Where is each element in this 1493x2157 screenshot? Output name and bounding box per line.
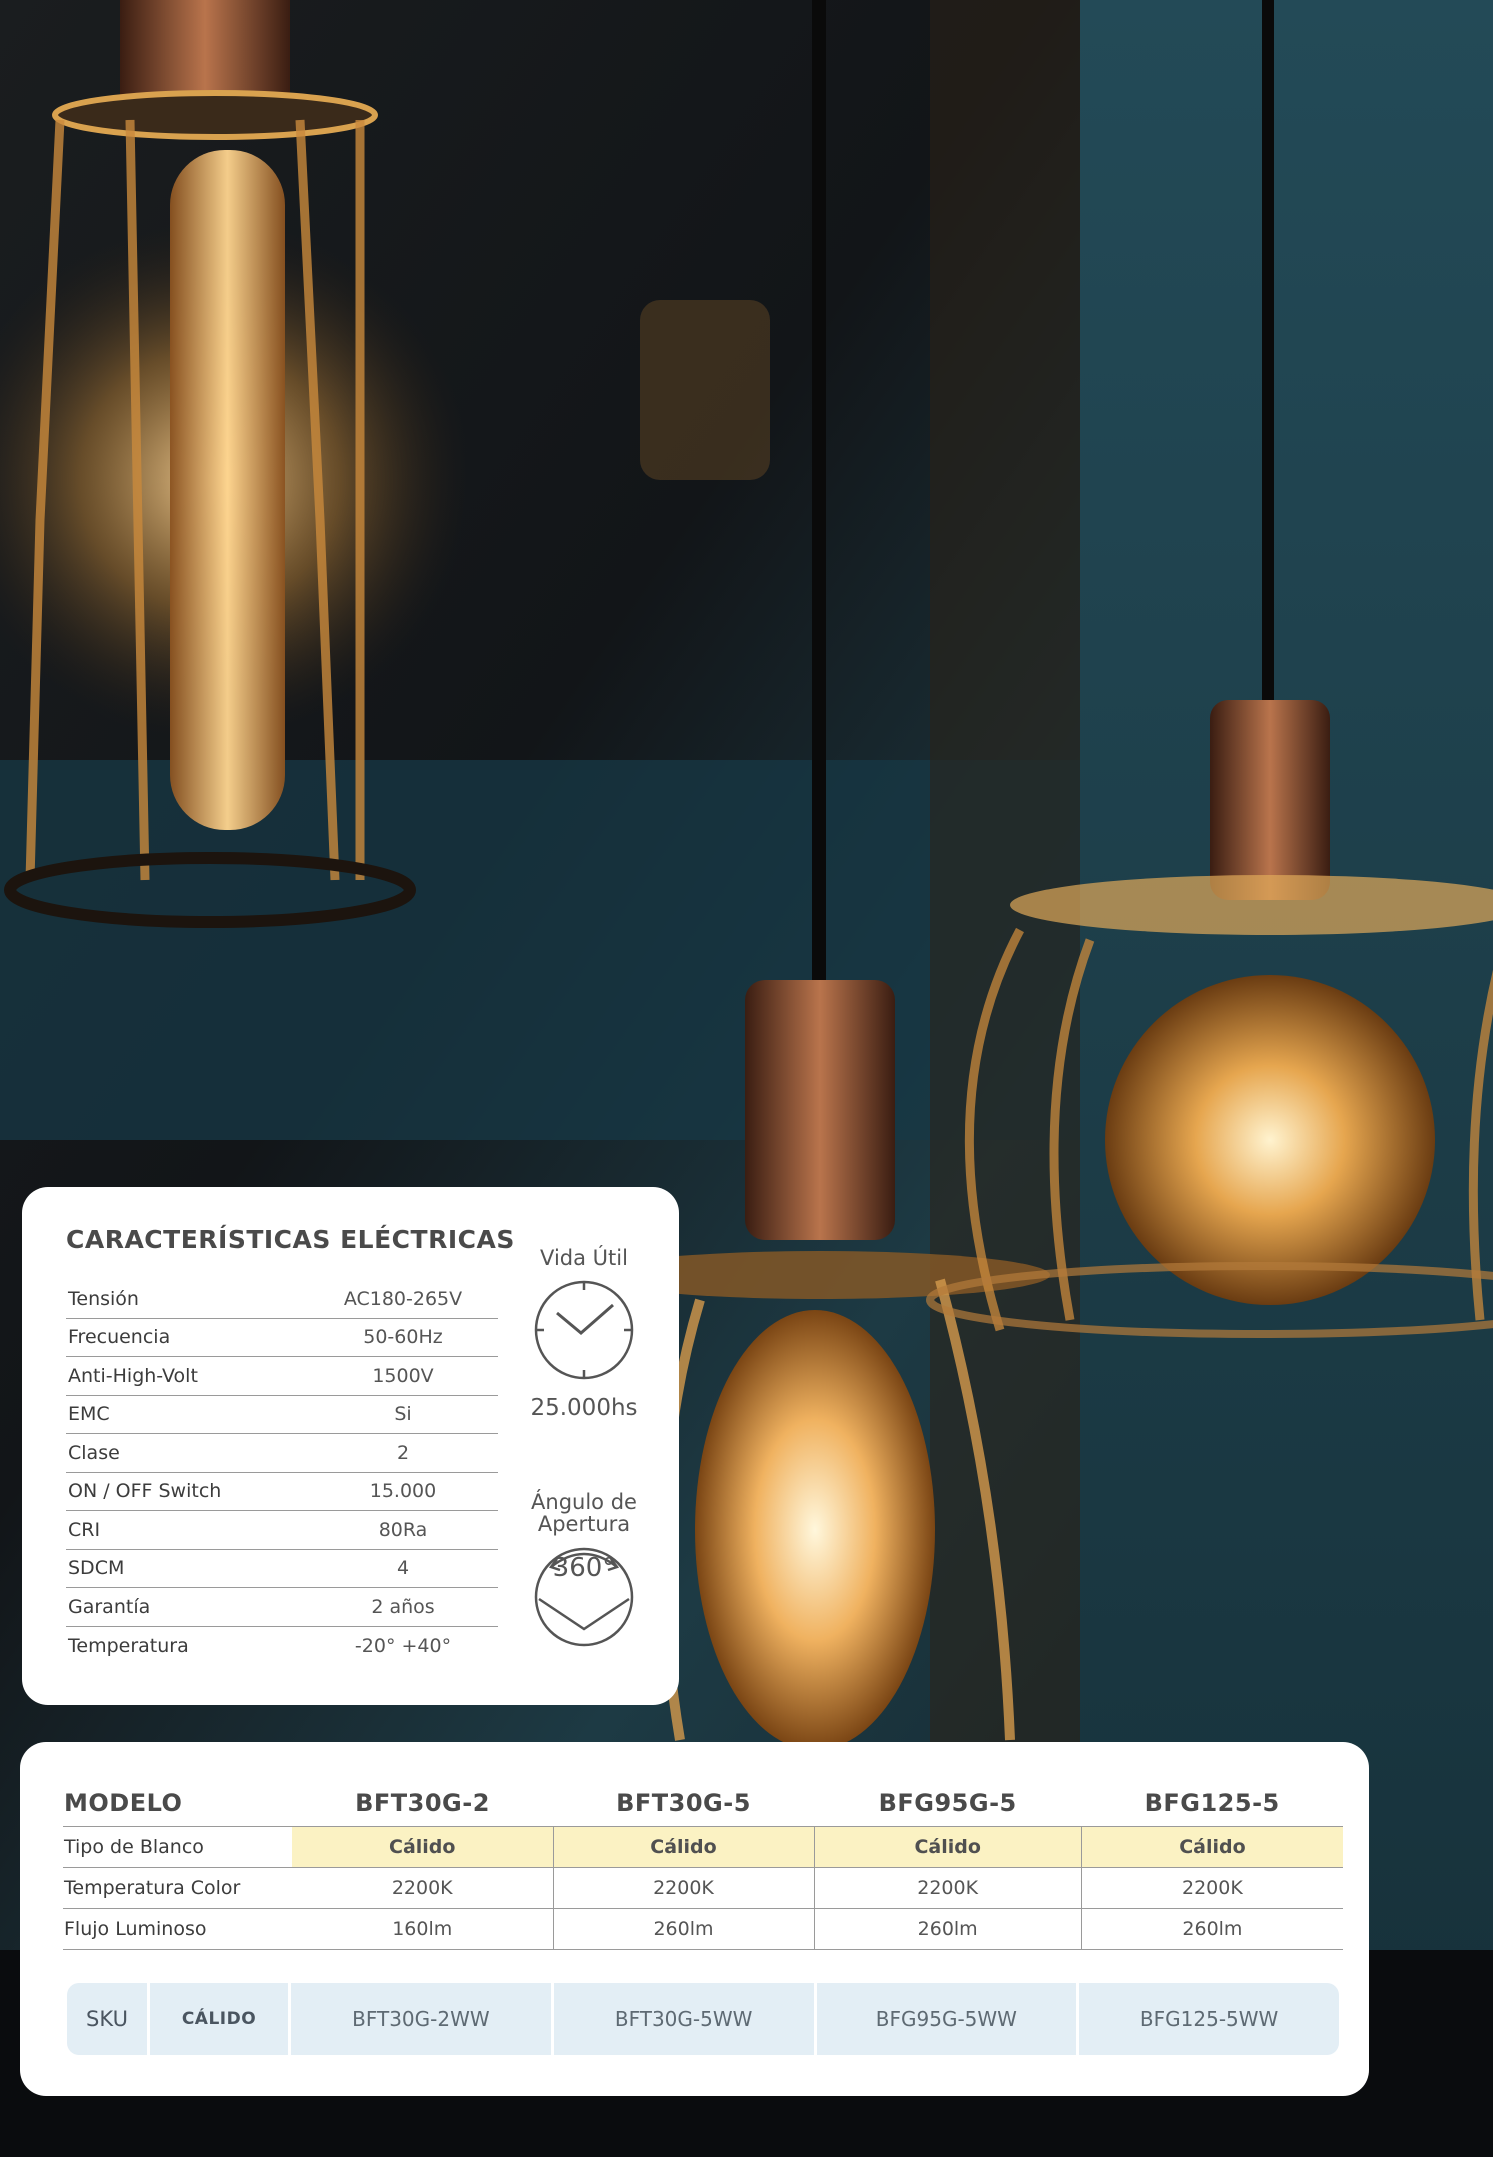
spec-label: ON / OFF Switch: [68, 1480, 222, 1503]
table-cell: 260lm: [1080, 1908, 1343, 1950]
sku-bar: SKU CÁLIDO BFT30G-2WW BFT30G-5WW BFG95G-…: [67, 1983, 1339, 2055]
electrical-specs-card: CARACTERÍSTICAS ELÉCTRICAS Tensión AC180-…: [22, 1187, 679, 1705]
model-name: BFG95G-5: [878, 1789, 1017, 1817]
beam-angle-caption-line2: Apertura: [537, 1512, 631, 1536]
spec-label: SDCM: [68, 1557, 125, 1580]
table-cell: Cálido: [552, 1826, 814, 1868]
spec-value: 80Ra: [378, 1518, 428, 1541]
sku-value: BFG125-5WW: [1079, 1983, 1339, 2055]
table-cell: 2200K: [292, 1867, 553, 1909]
spec-row: EMC Si: [66, 1396, 498, 1434]
spec-value: Si: [394, 1403, 412, 1426]
beam-angle-value: 360°: [552, 1553, 616, 1583]
spec-row: SDCM 4: [66, 1550, 498, 1588]
models-card: MODELO BFT30G-2 BFT30G-5 BFG95G-5 BFG125…: [20, 1742, 1369, 2096]
icon-column: Vida Útil 25.000hs Ángulo de Apertura 36…: [519, 1247, 649, 1649]
spec-row: CRI 80Ra: [66, 1511, 498, 1550]
spec-label: Temperatura: [68, 1634, 189, 1657]
spec-value: 2 años: [371, 1595, 435, 1618]
models-header-row: MODELO BFT30G-2 BFT30G-5 BFG95G-5 BFG125…: [63, 1780, 1343, 1827]
table-cell: 2200K: [813, 1867, 1082, 1909]
beam-angle-badge: 360°: [529, 1539, 639, 1649]
spec-label: Garantía: [68, 1595, 151, 1618]
table-cell: 2200K: [1080, 1867, 1343, 1909]
models-header-label: MODELO: [64, 1789, 183, 1817]
spec-row: Tensión AC180-265V: [66, 1280, 498, 1319]
spec-value: -20° +40°: [354, 1634, 452, 1657]
row-label: Temperatura Color: [63, 1867, 292, 1909]
table-cell: Cálido: [813, 1826, 1082, 1868]
lifespan-caption: Vida Útil: [540, 1246, 628, 1270]
spec-label: Anti-High-Volt: [68, 1364, 198, 1387]
lifespan-value: 25.000hs: [530, 1395, 638, 1421]
table-cell: 260lm: [552, 1908, 814, 1950]
spec-row: ON / OFF Switch 15.000: [66, 1473, 498, 1511]
table-cell: 160lm: [292, 1908, 553, 1950]
spec-row: Anti-High-Volt 1500V: [66, 1357, 498, 1396]
table-cell: 260lm: [813, 1908, 1082, 1950]
spec-label: Clase: [68, 1441, 120, 1464]
table-row: Flujo Luminoso 160lm 260lm 260lm 260lm: [63, 1908, 1343, 1950]
model-name: BFT30G-5: [616, 1789, 751, 1817]
models-table: MODELO BFT30G-2 BFT30G-5 BFG95G-5 BFG125…: [63, 1780, 1343, 1950]
spec-label: Tensión: [68, 1287, 139, 1310]
spec-row: Clase 2: [66, 1434, 498, 1473]
sku-type: CÁLIDO: [150, 1983, 288, 2055]
beam-angle-caption-line1: Ángulo de: [531, 1490, 637, 1514]
spec-value: 4: [396, 1557, 410, 1580]
table-row: Temperatura Color 2200K 2200K 2200K 2200…: [63, 1867, 1343, 1909]
sku-label: SKU: [67, 1983, 147, 2055]
spec-row: Garantía 2 años: [66, 1588, 498, 1627]
spec-label: CRI: [68, 1518, 101, 1541]
row-label: Tipo de Blanco: [63, 1826, 292, 1868]
table-row: Tipo de Blanco Cálido Cálido Cálido Cáli…: [63, 1826, 1343, 1868]
spec-row: Frecuencia 50-60Hz: [66, 1319, 498, 1357]
electrical-specs-list: Tensión AC180-265V Frecuencia 50-60Hz Anti…: [66, 1280, 498, 1665]
model-name: BFT30G-2: [355, 1789, 490, 1817]
spec-value: 15.000: [369, 1480, 437, 1503]
clock-icon: [534, 1280, 634, 1380]
row-label: Flujo Luminoso: [63, 1908, 292, 1950]
sku-value: BFT30G-5WW: [553, 1983, 814, 2055]
spec-value: 2: [396, 1441, 410, 1464]
electrical-specs-title: CARACTERÍSTICAS ELÉCTRICAS: [66, 1225, 515, 1254]
table-cell: 2200K: [552, 1867, 814, 1909]
spec-value: 50-60Hz: [363, 1326, 443, 1349]
spec-row: Temperatura -20° +40°: [66, 1627, 498, 1666]
spec-label: Frecuencia: [68, 1326, 171, 1349]
spec-value: AC180-265V: [343, 1287, 463, 1310]
table-cell: Cálido: [292, 1826, 553, 1868]
sku-value: BFG95G-5WW: [816, 1983, 1077, 2055]
spec-label: EMC: [68, 1403, 110, 1426]
spec-value: 1500V: [372, 1364, 434, 1387]
table-cell: Cálido: [1080, 1826, 1343, 1868]
sku-value: BFT30G-2WW: [291, 1983, 551, 2055]
model-name: BFG125-5: [1144, 1789, 1280, 1817]
